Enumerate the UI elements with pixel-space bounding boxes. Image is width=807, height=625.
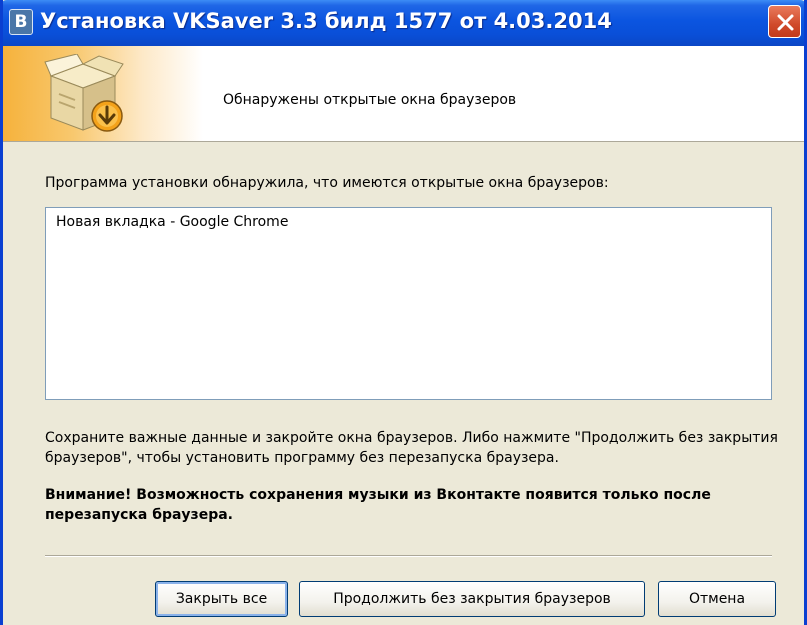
window-title: Установка VKSaver 3.3 билд 1577 от 4.03.… — [40, 9, 612, 33]
instruction-text: Сохраните важные данные и закройте окна … — [45, 430, 778, 466]
header-banner: Обнаружены открытые окна браузеров — [3, 46, 804, 142]
intro-text: Программа установки обнаружила, что имею… — [45, 175, 609, 191]
banner-heading: Обнаружены открытые окна браузеров — [223, 92, 517, 108]
close-all-button[interactable]: Закрыть все — [155, 581, 288, 617]
cancel-button[interactable]: Отмена — [658, 581, 776, 617]
vk-app-icon: B — [9, 9, 33, 35]
continue-without-closing-button[interactable]: Продолжить без закрытия браузеров — [299, 581, 645, 617]
browser-list[interactable]: Новая вкладка - Google Chrome — [45, 207, 772, 400]
separator — [45, 555, 772, 557]
installer-window: B Установка VKSaver 3.3 билд 1577 от 4.0… — [0, 0, 807, 625]
install-box-icon — [44, 54, 124, 132]
title-bar[interactable]: B Установка VKSaver 3.3 билд 1577 от 4.0… — [3, 0, 804, 46]
close-button[interactable] — [768, 5, 801, 38]
list-item[interactable]: Новая вкладка - Google Chrome — [56, 214, 288, 230]
warning-text: Внимание! Возможность сохранения музыки … — [45, 487, 711, 523]
close-icon — [777, 14, 794, 31]
